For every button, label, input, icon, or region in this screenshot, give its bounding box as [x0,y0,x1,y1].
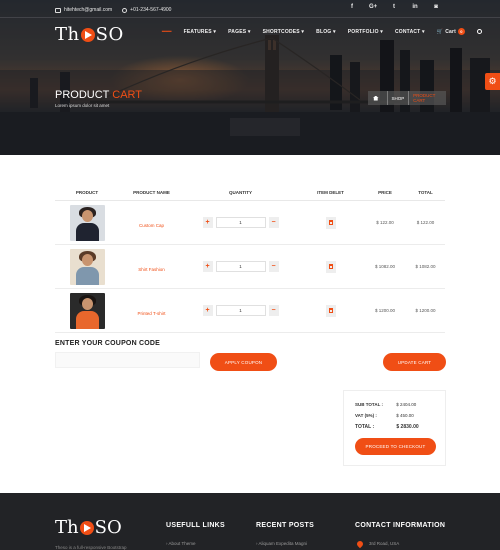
footer-useful-links-heading: USEFULL LINKS [166,522,225,529]
nav-features[interactable]: FEATURES ▾ [184,29,216,35]
nav-blog[interactable]: BLOG ▾ [316,29,336,35]
product-image[interactable] [69,204,105,241]
coupon-title: ENTER YOUR COUPON CODE [55,340,161,347]
cart-totals: SUB TOTAL : $ 2404.00 VAT (5%) : $ 450.0… [343,390,446,466]
item-total: $ 1082.00 [415,264,436,269]
home-icon[interactable] [373,95,379,101]
cart-table: PRODUCT PRODUCT NAME QUANTITY ITEM DELET… [55,185,445,333]
quantity-input[interactable]: 1 [215,261,266,272]
nav-shortcodes[interactable]: SHORTCODES ▾ [263,29,305,35]
quantity-stepper: + 1 − [184,261,297,272]
increase-button[interactable]: + [202,261,213,272]
item-price: $ 1082.00 [374,264,396,269]
linkedin-icon[interactable]: in [411,4,419,10]
twitter-icon[interactable]: t [390,4,398,10]
breadcrumb: SHOP PRODUCT CART [368,91,446,105]
quantity-stepper: + 1 − [184,305,297,316]
delete-button[interactable] [325,260,336,273]
flickr-icon[interactable]: ◙ [432,4,440,10]
social-links: f G+ t in ◙ [348,4,440,10]
subtotal-label: SUB TOTAL : [355,402,383,407]
total-label: TOTAL : [355,424,375,430]
contact-phone[interactable]: +01-234-567-4900 [130,7,171,13]
decrease-button[interactable]: − [268,261,279,272]
increase-button[interactable]: + [202,217,213,228]
phone-icon [122,7,128,13]
cart-table-header: PRODUCT PRODUCT NAME QUANTITY ITEM DELET… [55,185,445,201]
proceed-to-checkout-button[interactable]: PROCEED TO CHECKOUT [355,438,436,455]
table-row: Custom Cap + 1 − $ 122.00 $ 122.00 [55,201,445,245]
nav-portfolio[interactable]: PORTFOLIO ▾ [348,29,383,35]
footer-post-link[interactable]: › Aliquam Expedita Magni [256,541,307,546]
vat-value: $ 450.00 [396,413,414,418]
top-bar: hitehtech@gmail.com +01-234-567-4900 [55,5,171,15]
footer-address: 3rd Road, USA [355,539,399,549]
page-title: PRODUCT CART [55,89,143,101]
header-product-name: PRODUCT NAME [133,190,170,195]
decrease-button[interactable]: − [268,217,279,228]
subtotal-value: $ 2404.00 [396,402,417,407]
item-price: $ 122.00 [376,220,394,225]
product-name[interactable]: Custom Cap [139,223,164,228]
coupon-input[interactable] [55,352,200,368]
logo-play-icon [79,520,94,535]
header-product: PRODUCT [75,190,99,195]
header-price: PRICE [378,190,392,195]
header-total: TOTAL [418,190,433,195]
site-logo[interactable]: Th SO [55,24,124,45]
delete-button[interactable] [325,304,336,317]
settings-gear-icon[interactable]: ⚙ [485,73,500,90]
breadcrumb-shop[interactable]: SHOP [391,96,404,101]
trash-icon [328,220,333,225]
total-row: TOTAL : $ 2830.00 [355,424,419,430]
vat-row: VAT (5%) : $ 450.00 [355,413,414,418]
page-subtitle: Lorem ipsum dolor sit amet [55,103,110,108]
facebook-icon[interactable]: f [348,4,356,10]
map-pin-icon [355,539,365,549]
header-item-delete: ITEM DELET [317,190,344,195]
main-nav: ━━━ FEATURES ▾ PAGES ▾ SHORTCODES ▾ BLOG… [162,28,482,35]
cart-count-badge: 0 [458,28,465,35]
item-price: $ 1200.00 [374,308,396,313]
contact-email[interactable]: hitehtech@gmail.com [64,7,112,13]
table-row: Printed T-shirt + 1 − $ 1200.00 $ 1200.0… [55,289,445,333]
trash-icon [328,264,333,269]
footer-link[interactable]: › About Theme [166,541,195,546]
footer-contact-heading: CONTACT INFORMATION [355,522,446,529]
nav-pages[interactable]: PAGES ▾ [228,29,250,35]
footer-tagline: Theso is a full-responsive Bootstrap [55,545,127,550]
product-image[interactable] [69,248,105,285]
header-quantity: QUANTITY [229,190,252,195]
nav-cart[interactable]: 🛒 Cart 0 [437,28,465,35]
total-value: $ 2830.00 [396,424,419,430]
search-icon[interactable] [477,29,482,34]
google-plus-icon[interactable]: G+ [369,4,377,10]
subtotal-row: SUB TOTAL : $ 2404.00 [355,402,416,407]
nav-contact[interactable]: CONTACT ▾ [395,29,425,35]
site-footer: Th SO Theso is a full-responsive Bootstra… [0,493,500,550]
product-name[interactable]: Shirt Fashion [138,267,165,272]
update-cart-button[interactable]: UPDATE CART [383,353,446,371]
delete-button[interactable] [325,216,336,229]
cart-icon: 🛒 [436,28,444,35]
quantity-input[interactable]: 1 [215,217,266,228]
item-total: $ 122.00 [416,220,435,225]
quantity-stepper: + 1 − [184,217,297,228]
breadcrumb-current: PRODUCT CART [413,93,436,103]
item-total: $ 1200.00 [415,308,436,313]
vat-label: VAT (5%) : [355,413,377,418]
increase-button[interactable]: + [202,305,213,316]
product-name[interactable]: Printed T-shirt [138,311,166,316]
footer-logo[interactable]: Th SO [55,517,122,538]
apply-coupon-button[interactable]: APPLY COUPON [210,353,277,371]
decrease-button[interactable]: − [268,305,279,316]
trash-icon [328,308,333,313]
quantity-input[interactable]: 1 [215,305,266,316]
logo-play-icon [80,27,95,42]
mail-icon [55,7,61,13]
product-image[interactable] [69,292,105,329]
footer-recent-posts-heading: RECENT POSTS [256,522,315,529]
nav-home[interactable]: ━━━ [162,29,172,35]
table-row: Shirt Fashion + 1 − $ 1082.00 $ 1082.00 [55,245,445,289]
